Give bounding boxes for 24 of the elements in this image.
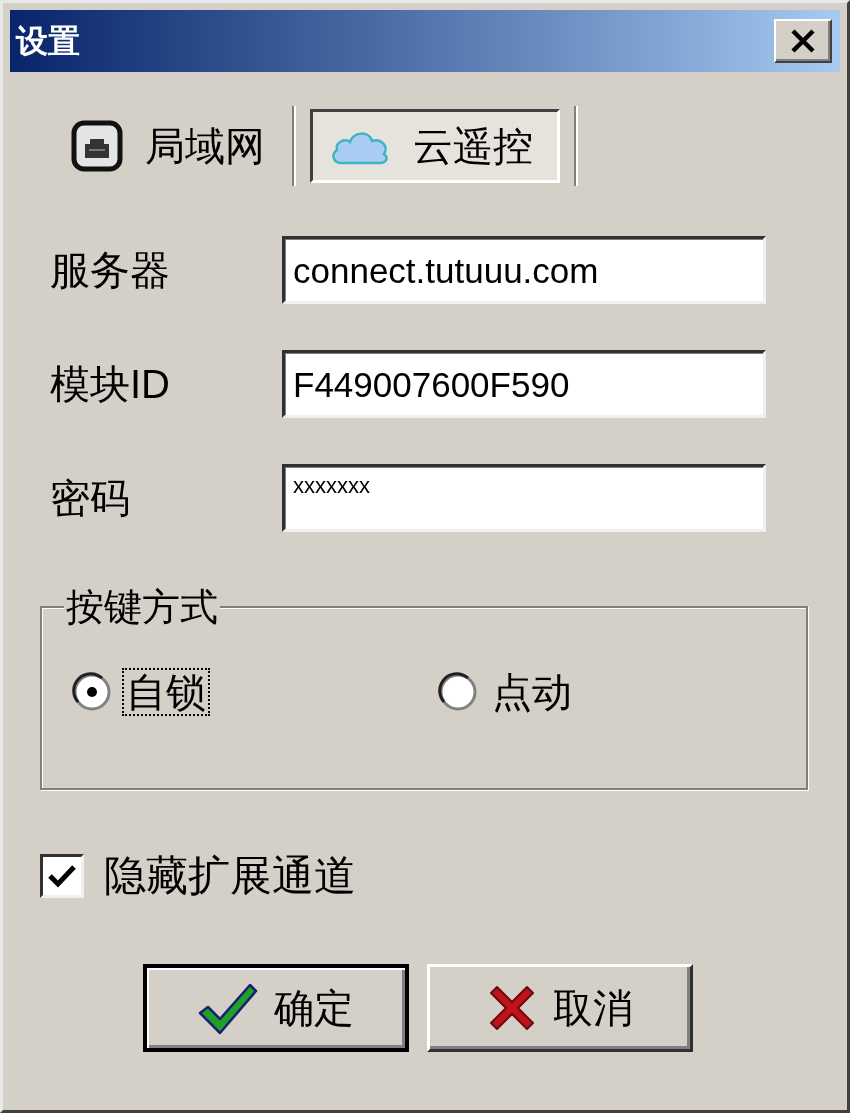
- check-icon: [48, 864, 76, 888]
- radio-button[interactable]: [72, 672, 112, 712]
- tab[interactable]: 云遥控: [310, 109, 560, 183]
- radio-label[interactable]: 点动: [488, 668, 576, 716]
- input-field[interactable]: F449007600F590: [282, 350, 766, 418]
- ok-button[interactable]: 确定: [143, 964, 409, 1052]
- checkbox-label: 隐藏扩展通道: [104, 855, 356, 897]
- cross-icon: [487, 983, 537, 1033]
- field-label: 服务器: [50, 250, 171, 290]
- checkbox[interactable]: [40, 854, 84, 898]
- network-port-icon: [71, 120, 123, 172]
- input-field[interactable]: connect.tutuuu.com: [282, 236, 766, 304]
- window-title: 设置: [16, 25, 80, 57]
- radio-label[interactable]: 自锁: [122, 668, 210, 716]
- field-label: 密码: [50, 478, 131, 518]
- tab[interactable]: 局域网: [58, 109, 278, 183]
- close-icon: [790, 29, 816, 53]
- group-title: 按键方式: [64, 588, 220, 626]
- password-field[interactable]: xxxxxxx: [282, 464, 766, 532]
- checkmark-icon: [198, 981, 258, 1035]
- field-label: 模块ID: [50, 364, 171, 404]
- radio-button[interactable]: [438, 672, 478, 712]
- cancel-button[interactable]: 取消: [427, 964, 693, 1052]
- close-button[interactable]: [774, 19, 832, 63]
